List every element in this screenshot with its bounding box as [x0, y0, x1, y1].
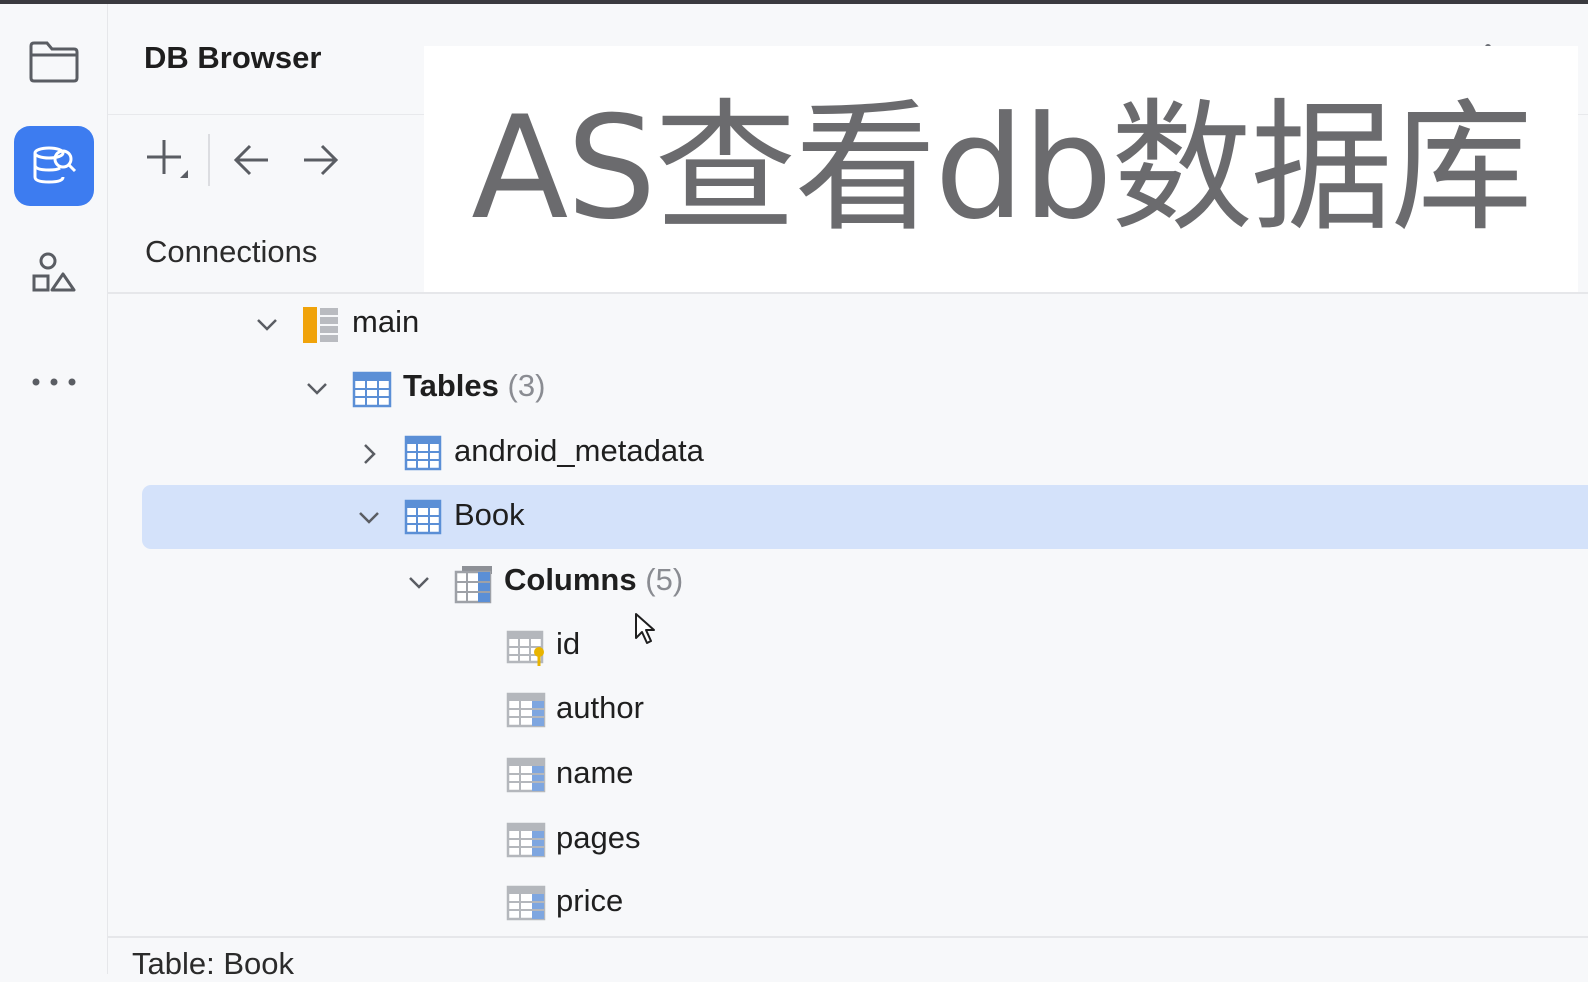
column-node-id[interactable]: id	[108, 614, 1588, 678]
chevron-right-icon[interactable]	[356, 441, 382, 467]
toolbar-separator	[208, 134, 210, 186]
tables-folder-icon	[352, 371, 392, 408]
add-icon[interactable]	[144, 136, 192, 184]
structure-tool-button[interactable]	[14, 234, 94, 314]
tables-count: (3)	[507, 368, 546, 403]
column-label: id	[556, 626, 581, 661]
chevron-down-icon[interactable]	[356, 505, 382, 531]
bottom-divider	[108, 936, 1588, 938]
tree-node-label: android_metadata	[454, 433, 704, 468]
overlay-caption: AS查看db数据库	[471, 86, 1533, 251]
columns-label: Columns	[504, 562, 637, 597]
chevron-down-icon[interactable]	[254, 312, 280, 338]
forward-icon[interactable]	[302, 136, 346, 184]
tree-node-label: Book	[454, 497, 525, 532]
column-node-author[interactable]: author	[108, 678, 1588, 742]
columns-count: (5)	[645, 562, 684, 597]
columns-folder-icon	[454, 566, 492, 604]
db-browser-panel: DB Browser Connections main Tables (3) a…	[108, 4, 1588, 981]
panel-title: DB Browser	[144, 40, 322, 75]
column-node-pages[interactable]: pages	[108, 808, 1588, 872]
tree-node-label: Tables (3)	[403, 368, 545, 404]
column-icon	[506, 692, 546, 728]
mouse-cursor-icon	[635, 613, 655, 644]
back-icon[interactable]	[230, 136, 274, 184]
tree-node-book[interactable]: Book	[108, 485, 1588, 549]
selected-table-label: Table: Book	[132, 946, 294, 981]
column-node-price[interactable]: price	[108, 871, 1588, 935]
more-icon	[32, 378, 76, 386]
column-node-name[interactable]: name	[108, 743, 1588, 807]
column-icon	[506, 757, 546, 793]
tree-node-label: Columns (5)	[504, 562, 683, 598]
tables-label: Tables	[403, 368, 499, 403]
tree-node-tables[interactable]: Tables (3)	[108, 356, 1588, 420]
project-tool-button[interactable]	[14, 22, 94, 102]
column-label: price	[556, 883, 624, 918]
table-icon	[404, 499, 442, 535]
tool-window-strip	[0, 4, 108, 974]
schema-icon	[303, 307, 338, 343]
tree-node-main[interactable]: main	[108, 292, 1588, 356]
title-overlay: AS查看db数据库	[424, 46, 1578, 292]
column-label: name	[556, 755, 634, 790]
chevron-down-icon[interactable]	[406, 570, 432, 596]
tree-node-label: main	[352, 304, 420, 339]
column-icon	[506, 885, 546, 921]
db-browser-tool-button[interactable]	[14, 126, 94, 206]
table-icon	[404, 435, 442, 471]
connections-label: Connections	[145, 234, 318, 269]
chevron-down-icon[interactable]	[304, 376, 330, 402]
database-search-icon	[33, 146, 77, 184]
shapes-icon	[32, 252, 76, 292]
more-tools-button[interactable]	[14, 342, 94, 422]
primary-key-column-icon	[506, 630, 544, 666]
folder-icon	[29, 41, 79, 83]
tree-node-columns[interactable]: Columns (5)	[108, 550, 1588, 614]
column-label: author	[556, 690, 644, 725]
column-icon	[506, 822, 546, 858]
tree-node-android-metadata[interactable]: android_metadata	[108, 421, 1588, 485]
column-label: pages	[556, 820, 641, 855]
